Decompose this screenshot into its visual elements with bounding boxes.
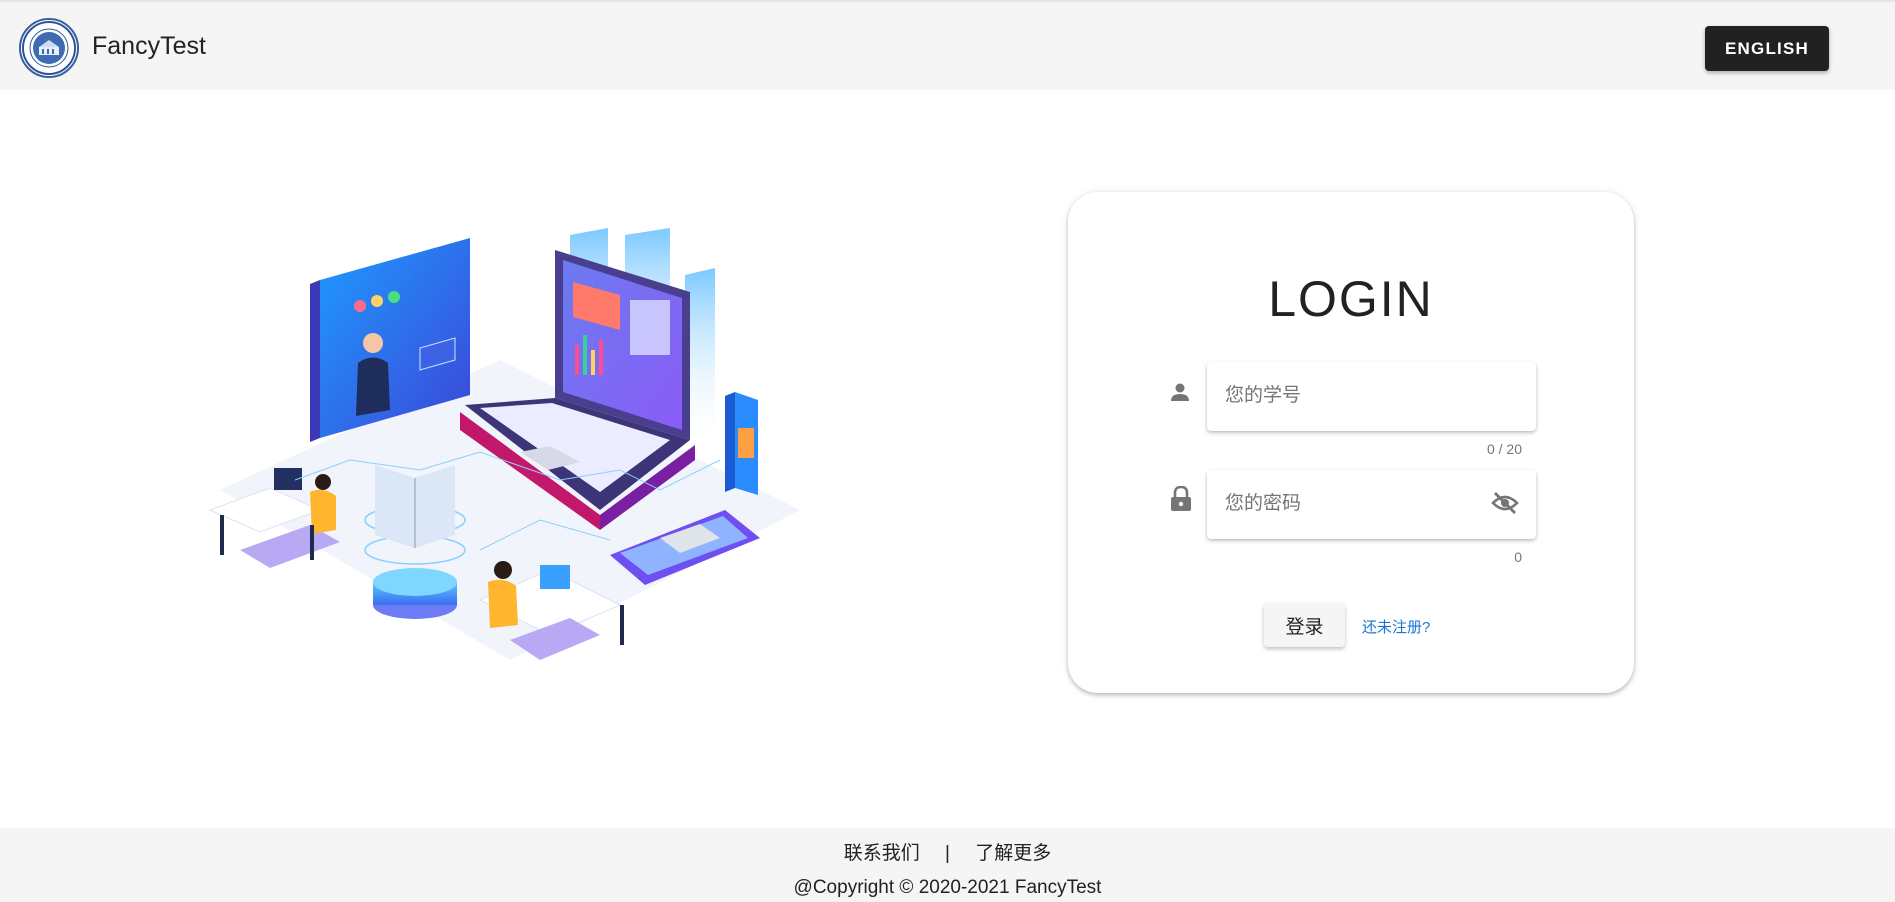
- student-id-field[interactable]: [1207, 362, 1536, 431]
- login-card: [1068, 192, 1634, 693]
- footer-separator: |: [945, 843, 950, 864]
- login-title: LOGIN: [1268, 271, 1434, 327]
- contact-us-link[interactable]: 联系我们: [844, 838, 920, 865]
- app-title: FancyTest: [92, 32, 206, 60]
- copyright-text: @Copyright © 2020-2021 FancyTest: [793, 877, 1102, 898]
- learn-more-link[interactable]: 了解更多: [975, 838, 1051, 865]
- student-id-char-counter: 0 / 20: [1486, 441, 1522, 457]
- lock-icon: [1170, 485, 1192, 517]
- language-toggle-button[interactable]: ENGLISH: [1705, 26, 1829, 71]
- university-logo: [19, 18, 79, 78]
- eye-off-icon[interactable]: [1491, 490, 1519, 521]
- login-button[interactable]: 登录: [1264, 603, 1345, 647]
- password-char-counter: 0: [1514, 549, 1522, 565]
- footer-links: 联系我们 | 了解更多: [0, 838, 1895, 865]
- password-input[interactable]: [1223, 492, 1477, 516]
- top-app-bar: FancyTest ENGLISH: [0, 0, 1895, 90]
- student-id-input[interactable]: [1223, 384, 1477, 408]
- register-link[interactable]: 还未注册?: [1362, 616, 1430, 637]
- education-illustration: [208, 228, 800, 660]
- password-field[interactable]: [1207, 470, 1536, 539]
- person-icon: [1168, 380, 1192, 409]
